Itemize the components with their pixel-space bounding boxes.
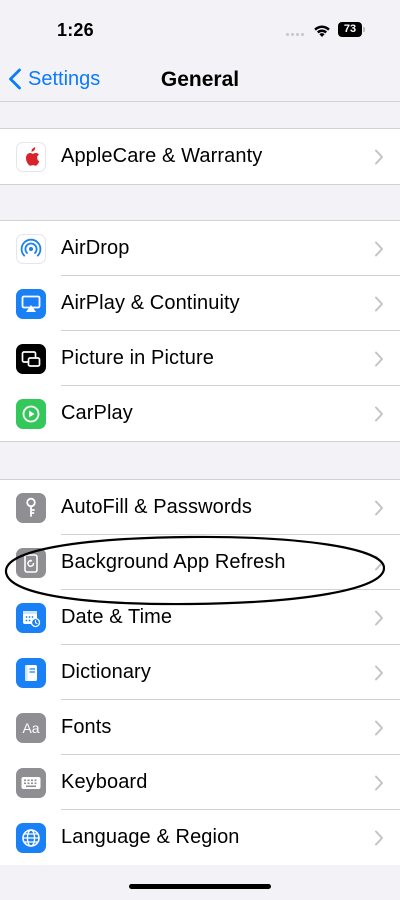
row-label: Picture in Picture [61, 347, 214, 369]
navigation-bar: Settings General [0, 58, 400, 102]
chevron-right-icon [375, 149, 383, 164]
row-carplay[interactable]: CarPlay [0, 386, 400, 441]
settings-group-system: AutoFill & Passwords Background App Refr… [0, 479, 400, 865]
chevron-right-icon [375, 406, 383, 421]
row-label: Language & Region [61, 826, 240, 848]
row-label: Dictionary [61, 661, 151, 683]
row-dictionary[interactable]: Dictionary [0, 645, 400, 700]
row-fonts[interactable]: Aa Fonts [0, 700, 400, 755]
page-title: General [160, 68, 240, 91]
row-date-time[interactable]: Date & Time [0, 590, 400, 645]
row-label: AppleCare & Warranty [61, 145, 263, 167]
row-keyboard[interactable]: Keyboard [0, 755, 400, 810]
row-label: Date & Time [61, 606, 173, 628]
home-indicator [129, 884, 271, 889]
row-label: Fonts [61, 716, 112, 738]
chevron-right-icon [375, 775, 383, 790]
row-language-region[interactable]: Language & Region [0, 810, 400, 865]
chevron-right-icon [375, 555, 383, 570]
calendar-clock-icon [16, 602, 46, 633]
keyboard-icon [16, 767, 46, 798]
settings-group-connectivity: AirDrop AirPlay & Continuity Picture in … [0, 220, 400, 442]
key-icon [16, 492, 46, 523]
status-bar: 1:26 73 [0, 0, 400, 58]
row-label: Keyboard [61, 771, 148, 793]
chevron-right-icon [375, 351, 383, 366]
chevron-right-icon [375, 830, 383, 845]
row-label: AirPlay & Continuity [61, 292, 240, 314]
chevron-right-icon [375, 610, 383, 625]
chevron-right-icon [375, 665, 383, 680]
refresh-icon [16, 547, 46, 578]
nav-divider [0, 101, 400, 102]
chevron-right-icon [375, 241, 383, 256]
chevron-right-icon [375, 720, 383, 735]
row-label: AutoFill & Passwords [61, 496, 252, 518]
row-airplay-continuity[interactable]: AirPlay & Continuity [0, 276, 400, 331]
battery-level: 73 [338, 22, 362, 37]
chevron-right-icon [375, 296, 383, 311]
svg-text:Aa: Aa [22, 720, 39, 736]
row-picture-in-picture[interactable]: Picture in Picture [0, 331, 400, 386]
row-background-app-refresh[interactable]: Background App Refresh [0, 535, 400, 590]
chevron-right-icon [375, 500, 383, 515]
row-label: Background App Refresh [61, 551, 286, 573]
book-icon [16, 657, 46, 688]
apple-icon [16, 141, 46, 172]
cellular-signal-icon [286, 33, 308, 37]
picture-in-picture-icon [16, 343, 46, 374]
row-autofill-passwords[interactable]: AutoFill & Passwords [0, 480, 400, 535]
settings-group-applecare: AppleCare & Warranty [0, 128, 400, 185]
airplay-icon [16, 288, 46, 319]
row-label: AirDrop [61, 237, 130, 259]
row-airdrop[interactable]: AirDrop [0, 221, 400, 276]
battery-icon: 73 [338, 22, 366, 37]
carplay-icon [16, 398, 46, 429]
row-applecare[interactable]: AppleCare & Warranty [0, 129, 400, 184]
globe-icon [16, 822, 46, 853]
airdrop-icon [16, 233, 46, 264]
status-time: 1:26 [57, 20, 94, 40]
row-label: CarPlay [61, 402, 133, 424]
wifi-icon [314, 25, 330, 37]
fonts-icon: Aa [16, 712, 46, 743]
